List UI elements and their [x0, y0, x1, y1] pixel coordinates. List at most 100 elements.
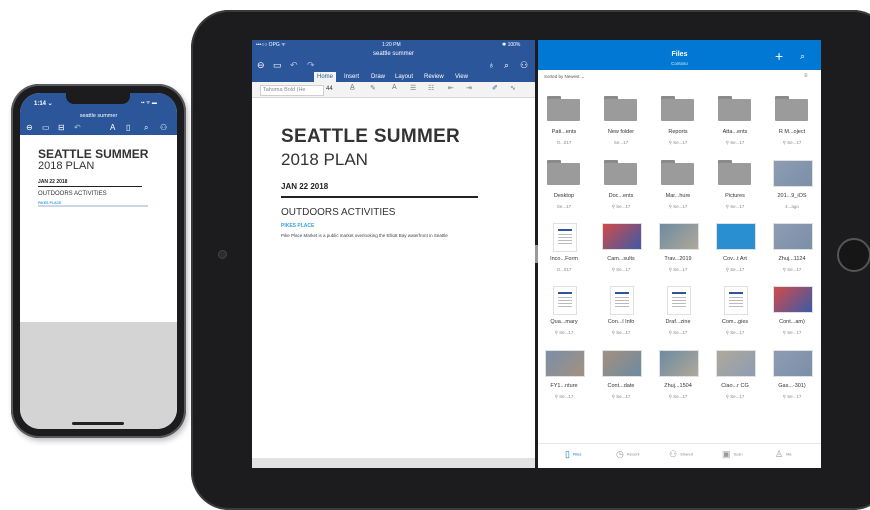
file-name: Zhuj...1504: [664, 383, 692, 389]
file-tile[interactable]: Com...gies ⚲ Se...17: [711, 286, 759, 346]
file-name: Pictures: [725, 193, 745, 199]
slide-thumbnail: [773, 286, 813, 313]
highlight-icon[interactable]: ✎: [370, 84, 376, 92]
search-icon[interactable]: ⌕: [504, 59, 509, 71]
file-name: Com...gies: [721, 319, 749, 325]
numbering-icon[interactable]: ☷: [428, 84, 434, 92]
file-name: Cont...am): [779, 319, 805, 325]
ipad-home-button[interactable]: [837, 238, 870, 272]
lightbulb-icon[interactable]: ♁: [488, 59, 495, 71]
draw-icon[interactable]: ✐: [492, 84, 498, 92]
tab-layout[interactable]: Layout: [392, 72, 416, 82]
file-tile[interactable]: Cont...am) ⚲ Se...17: [768, 286, 816, 346]
outdent-icon[interactable]: ⇤: [448, 84, 454, 92]
search-icon[interactable]: ⌕: [144, 121, 148, 135]
font-color-icon[interactable]: A: [392, 84, 397, 91]
back-icon[interactable]: ⊖: [26, 121, 33, 135]
image-thumbnail: [773, 160, 813, 187]
file-meta: ⚲ Se...17: [668, 267, 688, 272]
share-icon[interactable]: ⚇: [520, 59, 528, 71]
file-tile[interactable]: Zhuj...1504 ⚲ Se...17: [654, 350, 702, 410]
file-tile[interactable]: FY1...nture ⚲ Se...17: [540, 350, 588, 410]
iphone-signal: ▪▪ ᯤ ▬: [141, 100, 157, 106]
file-tile[interactable]: Trav...2019 ⚲ Se...17: [654, 223, 702, 283]
file-meta: ⚲ Se...17: [554, 394, 574, 399]
folder-icon: [718, 96, 751, 121]
file-meta: ⚲ Se...17: [725, 394, 745, 399]
layout-icon[interactable]: ⊟: [58, 121, 65, 135]
file-tile[interactable]: Qua...mary ⚲ Se...17: [540, 286, 588, 346]
file-icon[interactable]: ▭: [273, 59, 282, 71]
tab-home[interactable]: Home: [314, 72, 337, 82]
doc-divider: [281, 196, 478, 198]
file-name: Mar...hure: [665, 193, 691, 199]
folder-icon: [547, 160, 580, 185]
file-meta: ⚲ Se...17: [668, 140, 688, 145]
scan-icon: ▣: [722, 449, 731, 459]
battery-label: ✱ 100%: [502, 42, 521, 48]
person-icon: ♙: [775, 449, 784, 459]
font-name-box[interactable]: Tahoma Bold (He: [260, 85, 324, 96]
file-tile[interactable]: Con...l Info ⚲ Se...17: [597, 286, 645, 346]
back-icon[interactable]: ⊖: [257, 59, 265, 71]
bullets-icon[interactable]: ☰: [410, 84, 416, 92]
tab-recent[interactable]: ◷ Recent: [616, 449, 640, 460]
tab-scan[interactable]: ▣ Scan: [722, 449, 743, 460]
file-tile[interactable]: Atta...ents ⚲ Se...17: [711, 96, 759, 156]
undo-icon[interactable]: ↶: [74, 121, 81, 135]
share-icon[interactable]: ⚇: [160, 121, 167, 135]
doc-subheading: 2018 PLAN: [281, 150, 368, 169]
file-name: Gas...-301): [778, 383, 806, 389]
font-style-icon[interactable]: A̲: [350, 84, 355, 91]
undo-icon[interactable]: ↶: [290, 59, 298, 71]
file-tile[interactable]: 201...9_iOS 4...ago: [768, 160, 816, 220]
tab-view[interactable]: View: [452, 72, 471, 82]
file-tile[interactable]: R M...oject ⚲ Se...17: [768, 96, 816, 156]
file-tile[interactable]: Mar...hure ⚲ Se...17: [654, 160, 702, 220]
mobile-view-icon[interactable]: ▯: [126, 121, 130, 135]
people-icon: ⚇: [669, 449, 678, 459]
tab-draw[interactable]: Draw: [368, 72, 388, 82]
file-meta: ⚲ Se...17: [782, 330, 802, 335]
file-meta: ⚲ Se...17: [782, 394, 802, 399]
file-icon[interactable]: ▭: [42, 121, 50, 135]
document-page[interactable]: SEATTLE SUMMER 2018 PLAN JAN 22 2018 OUT…: [252, 98, 535, 468]
tab-insert[interactable]: Insert: [341, 72, 362, 82]
tab-files-label: Files: [572, 451, 582, 457]
ink-icon[interactable]: ∿: [510, 84, 516, 92]
font-size-box[interactable]: 44: [326, 85, 333, 94]
file-tile[interactable]: Cam...sults ⚲ Se...17: [597, 223, 645, 283]
status-bar: •••○○ OPG ᯤ 1:20 PM ✱ 100%: [252, 40, 535, 49]
iphone-empty-area: [20, 322, 177, 429]
iphone-home-indicator[interactable]: [72, 422, 124, 425]
file-tile[interactable]: Zhuj...1124 ⚲ Se...17: [768, 223, 816, 283]
file-tile[interactable]: Pati...ents O...017: [540, 96, 588, 156]
file-tile[interactable]: Gas...-301) ⚲ Se...17: [768, 350, 816, 410]
tab-shared[interactable]: ⚇ Shared: [669, 449, 693, 460]
file-tile[interactable]: Desktop Se...17: [540, 160, 588, 220]
iphone-document-page[interactable]: SEATTLE SUMMER 2018 PLAN JAN 22 2018 OUT…: [20, 135, 177, 322]
file-tile[interactable]: Cont...date ⚲ Se...17: [597, 350, 645, 410]
tab-review[interactable]: Review: [421, 72, 447, 82]
document-thumbnail: [553, 286, 577, 315]
indent-icon[interactable]: ⇥: [466, 84, 472, 92]
text-format-icon[interactable]: A: [110, 121, 115, 135]
image-thumbnail: [659, 350, 699, 377]
file-tile[interactable]: Doc...ents ⚲ Se...17: [597, 160, 645, 220]
file-tile[interactable]: Cov...t Art ⚲ Se...17: [711, 223, 759, 283]
tab-shared-label: Shared: [680, 451, 693, 457]
image-thumbnail: [659, 223, 699, 250]
file-tile[interactable]: Pictures ⚲ Se...17: [711, 160, 759, 220]
file-tile[interactable]: New folder Se...17: [597, 96, 645, 156]
redo-icon[interactable]: ↷: [307, 59, 315, 71]
tab-me[interactable]: ♙ Me: [775, 449, 792, 460]
file-tile[interactable]: Ciao...r CG ⚲ Se...17: [711, 350, 759, 410]
file-tile[interactable]: Reports ⚲ Se...17: [654, 96, 702, 156]
file-meta: ⚲ Se...17: [725, 204, 745, 209]
tab-files[interactable]: ▯ Files: [565, 449, 581, 460]
file-tile[interactable]: Draf...zine ⚲ Se...17: [654, 286, 702, 346]
file-tile[interactable]: Inco...Form O...017: [540, 223, 588, 283]
file-name: Inco...Form: [550, 256, 578, 262]
iphone-screen: 1:14 ⌄ ▪▪ ᯤ ▬ seattle summer ⊖ ▭ ⊟ ↶ A ▯…: [20, 93, 177, 429]
iphone-notch: [66, 93, 130, 104]
